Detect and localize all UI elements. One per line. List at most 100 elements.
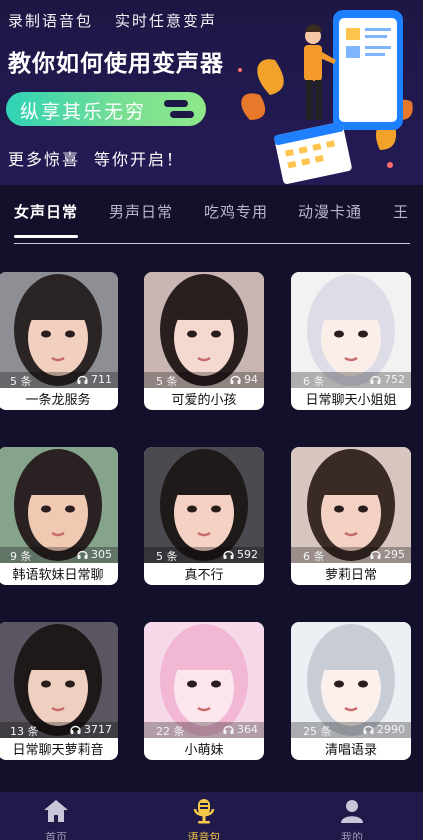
- voice-pack-plays-value: 3717: [84, 723, 112, 736]
- voice-pack-name: 日常聊天小姐姐: [305, 393, 397, 408]
- tab-anime[interactable]: 动漫卡通: [298, 201, 362, 222]
- banner-title: 教你如何使用变声器: [8, 51, 224, 77]
- nav-profile-label: 我的: [341, 831, 363, 840]
- voice-pack-card[interactable]: 25 条 2990 清唱语录: [291, 622, 411, 760]
- voice-pack-plays: 94: [230, 373, 258, 386]
- voice-pack-card[interactable]: 5 条 94 可爱的小孩: [144, 272, 264, 410]
- voice-pack-stats: 5 条 94: [144, 372, 264, 388]
- voice-pack-name: 日常聊天萝莉音: [12, 743, 104, 758]
- voice-pack-name: 萝莉日常: [324, 568, 377, 583]
- voice-pack-card[interactable]: 6 条 295 萝莉日常: [291, 447, 411, 585]
- voice-pack-plays-value: 711: [91, 373, 112, 386]
- voice-pack-name: 可爱的小孩: [171, 393, 237, 408]
- voice-pack-stats: 22 条 364: [144, 722, 264, 738]
- home-icon: [44, 800, 68, 822]
- voice-pack-count: 5 条: [156, 375, 178, 388]
- voice-pack-stats: 5 条 592: [144, 547, 264, 563]
- banner-subtitle-right: 等你开启！: [94, 150, 185, 169]
- nav-voice-packs[interactable]: 语音包: [164, 792, 244, 840]
- voice-pack-cover: [291, 447, 411, 563]
- nav-voice-packs-label: 语音包: [187, 831, 221, 840]
- voice-pack-name: 真不行: [184, 568, 224, 583]
- voice-pack-card[interactable]: 5 条 711 一条龙服务: [0, 272, 118, 410]
- voice-pack-cover: [0, 622, 118, 738]
- voice-pack-plays: 752: [370, 373, 405, 386]
- voice-pack-name: 一条龙服务: [25, 393, 91, 408]
- banner-tagline-left: 录制语音包: [8, 12, 94, 30]
- pill-decoration-icon: [164, 98, 194, 120]
- voice-pack-cover: [144, 272, 264, 388]
- headphones-icon: [223, 550, 234, 559]
- voice-pack-name: 韩语软妹日常聊: [12, 568, 104, 583]
- headphones-icon: [230, 375, 241, 384]
- headphones-icon: [70, 725, 81, 734]
- voice-pack-cover: [144, 447, 264, 563]
- voice-pack-plays: 592: [223, 548, 258, 561]
- voice-pack-cover: [291, 622, 411, 738]
- voice-pack-stats: 6 条 295: [291, 547, 411, 563]
- nav-profile[interactable]: 我的: [312, 792, 392, 840]
- voice-pack-card[interactable]: 13 条 3717 日常聊天萝莉音: [0, 622, 118, 760]
- voice-pack-cover: [144, 622, 264, 738]
- voice-pack-stats: 6 条 752: [291, 372, 411, 388]
- headphones-icon: [370, 550, 381, 559]
- voice-pack-stats: 25 条 2990: [291, 722, 411, 738]
- voice-pack-plays-value: 752: [384, 373, 405, 386]
- voice-pack-name: 清唱语录: [324, 743, 377, 758]
- voice-pack-card[interactable]: 9 条 305 韩语软妹日常聊: [0, 447, 118, 585]
- promo-banner[interactable]: 录制语音包 实时任意变声 教你如何使用变声器 纵享其乐无穷 更多惊喜 等你开启！: [0, 0, 423, 185]
- voice-pack-card[interactable]: 6 条 752 日常聊天小姐姐: [291, 272, 411, 410]
- voice-pack-count: 25 条: [303, 725, 332, 738]
- voice-pack-card[interactable]: 22 条 364 小萌妹: [144, 622, 264, 760]
- voice-pack-plays-value: 295: [384, 548, 405, 561]
- voice-pack-stats: 13 条 3717: [0, 722, 118, 738]
- banner-subtitle: 更多惊喜 等你开启！: [8, 146, 198, 170]
- headphones-icon: [77, 550, 88, 559]
- voice-pack-count: 6 条: [303, 550, 325, 563]
- banner-subtitle-left: 更多惊喜: [8, 150, 81, 169]
- voice-pack-count: 5 条: [10, 375, 32, 388]
- voice-pack-name: 小萌妹: [184, 743, 224, 758]
- voice-pack-count: 5 条: [156, 550, 178, 563]
- voice-pack-count: 22 条: [156, 725, 185, 738]
- voice-pack-count: 6 条: [303, 375, 325, 388]
- active-tab-indicator: [14, 235, 78, 238]
- headphones-icon: [370, 375, 381, 384]
- tab-male-daily[interactable]: 男声日常: [109, 201, 173, 222]
- voice-pack-cover: [291, 272, 411, 388]
- voice-pack-plays-value: 592: [237, 548, 258, 561]
- voice-pack-card[interactable]: 5 条 592 真不行: [144, 447, 264, 585]
- nav-home[interactable]: 首页: [16, 792, 96, 840]
- voice-pack-count: 9 条: [10, 550, 32, 563]
- voice-pack-plays-value: 94: [244, 373, 258, 386]
- bottom-nav: 首页 语音包 我的: [0, 792, 423, 840]
- voice-pack-plays: 3717: [70, 723, 112, 736]
- banner-tagline-right: 实时任意变声: [115, 12, 218, 30]
- tab-female-daily[interactable]: 女声日常: [14, 201, 78, 222]
- microphone-icon: [193, 799, 215, 824]
- voice-pack-plays: 364: [223, 723, 258, 736]
- voice-pack-cover: [0, 447, 118, 563]
- voice-pack-plays: 711: [77, 373, 112, 386]
- banner-pill-text: 纵享其乐无穷: [20, 101, 147, 123]
- headphones-icon: [223, 725, 234, 734]
- tab-pubg[interactable]: 吃鸡专用: [204, 201, 268, 222]
- voice-pack-plays-value: 305: [91, 548, 112, 561]
- nav-home-label: 首页: [45, 831, 67, 840]
- voice-pack-plays: 2990: [363, 723, 405, 736]
- user-icon: [341, 800, 363, 823]
- voice-pack-count: 13 条: [10, 725, 39, 738]
- tab-more[interactable]: 王: [393, 201, 409, 222]
- voice-pack-plays-value: 2990: [377, 723, 405, 736]
- banner-pill: 纵享其乐无穷: [6, 92, 206, 126]
- headphones-icon: [77, 375, 88, 384]
- voice-pack-cover: [0, 272, 118, 388]
- voice-pack-plays-value: 364: [237, 723, 258, 736]
- voice-pack-plays: 305: [77, 548, 112, 561]
- voice-pack-plays: 295: [370, 548, 405, 561]
- voice-pack-stats: 5 条 711: [0, 372, 118, 388]
- banner-illustration-icon: [238, 10, 413, 184]
- category-tabs: 女声日常 男声日常 吃鸡专用 动漫卡通 王: [0, 185, 423, 247]
- tab-divider: [14, 243, 410, 244]
- banner-tagline: 录制语音包 实时任意变声: [8, 10, 239, 31]
